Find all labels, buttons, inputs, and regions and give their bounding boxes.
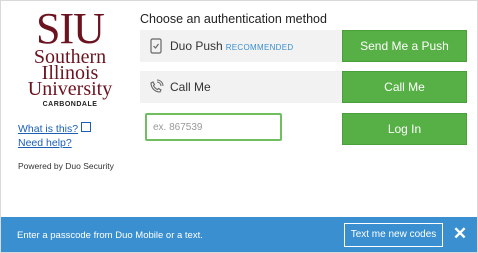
method-label-duo-push: Duo Push RECOMMENDED (170, 39, 293, 53)
auth-method-heading: Choose an authentication method (140, 12, 327, 26)
text-me-new-codes-button[interactable]: Text me new codes (344, 223, 443, 247)
what-is-this-link[interactable]: What is this? (18, 122, 92, 136)
need-help-link[interactable]: Need help? (18, 136, 91, 150)
logo-campus: CARBONDALE (42, 101, 98, 108)
external-link-icon (81, 122, 92, 132)
phone-ringing-icon (150, 79, 164, 93)
logo-abbr: SIU (36, 4, 105, 53)
duo-push-label: Duo Push (170, 39, 223, 53)
help-links: What is this? Need help? (18, 122, 92, 150)
logo-name-line3: University (27, 78, 113, 100)
log-in-button[interactable]: Log In (342, 113, 467, 145)
passcode-notice: Enter a passcode from Duo Mobile or a te… (17, 230, 203, 241)
call-me-button[interactable]: Call Me (342, 71, 467, 103)
close-icon[interactable]: ✕ (451, 224, 469, 244)
duo-auth-frame: SIU Southern Illinois University CARBOND… (0, 0, 478, 253)
recommended-badge: RECOMMENDED (225, 43, 294, 52)
send-push-button[interactable]: Send Me a Push (342, 30, 467, 62)
method-row-duo-push: Duo Push RECOMMENDED Send Me a Push (140, 30, 467, 62)
method-row-passcode: Log In (140, 113, 467, 145)
message-bar: Enter a passcode from Duo Mobile or a te… (1, 217, 477, 252)
powered-by-text: Powered by Duo Security (18, 161, 114, 171)
passcode-input[interactable] (145, 113, 282, 141)
call-me-label: Call Me (170, 80, 211, 94)
siu-logo: SIU Southern Illinois University CARBOND… (18, 4, 122, 109)
phone-check-icon (150, 38, 162, 54)
method-row-call-me: Call Me Call Me (140, 71, 467, 103)
what-is-this-label: What is this? (18, 123, 79, 135)
